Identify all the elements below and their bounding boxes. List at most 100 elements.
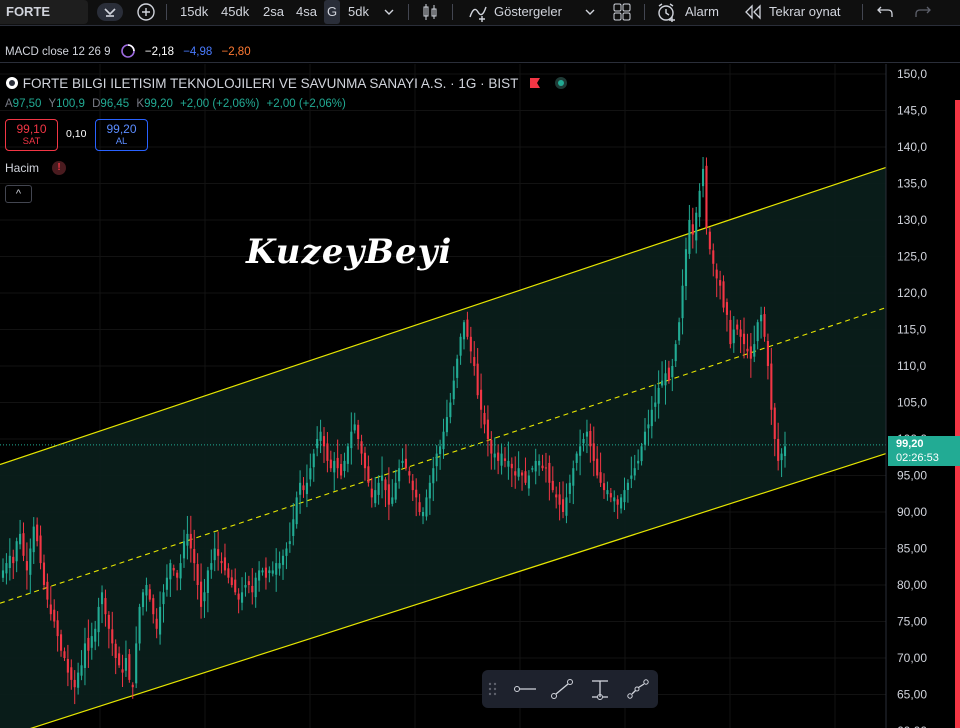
indicators-icon[interactable] <box>468 2 488 26</box>
candle-body <box>695 212 698 241</box>
redo-icon[interactable] <box>914 4 932 28</box>
candle-body <box>514 471 517 476</box>
macd-value-1: −2,18 <box>144 46 174 58</box>
candle-body <box>87 637 90 651</box>
candle-body <box>459 336 462 356</box>
symbol-logo-icon <box>5 76 19 90</box>
symbol-options-icon[interactable] <box>96 2 124 26</box>
candle-body <box>176 572 179 578</box>
candle-body <box>281 555 285 565</box>
candle-body <box>360 441 363 454</box>
candle-body <box>435 453 438 467</box>
candle-body <box>42 562 46 585</box>
interval-5dk[interactable]: 5dk <box>348 0 369 24</box>
price-axis-tick: 60,00 <box>897 724 927 728</box>
candle-body <box>100 592 104 605</box>
symbol-full-name: FORTE BILGI ILETISIM TEKNOLOJILERI VE SA… <box>22 76 519 91</box>
candle-body <box>247 581 250 585</box>
candle-body <box>589 430 592 447</box>
replay-icon[interactable] <box>743 4 763 28</box>
candle-body <box>319 431 322 441</box>
macd-settings-icon[interactable] <box>120 43 136 59</box>
interval-4sa[interactable]: 4sa <box>296 0 317 24</box>
candle-body <box>278 563 281 569</box>
layouts-icon[interactable] <box>612 2 632 26</box>
trend-line-icon[interactable] <box>550 678 574 700</box>
candle-body <box>56 620 59 637</box>
candle-body <box>206 570 209 593</box>
candle-body <box>531 468 534 470</box>
toolbar-separator <box>408 4 409 20</box>
candle-body <box>719 280 722 286</box>
candle-body <box>131 684 134 688</box>
buy-price: 99,20 <box>106 122 137 136</box>
indicators-button[interactable]: Göstergeler <box>494 0 562 24</box>
collapse-legend-button[interactable]: ^ <box>5 185 32 203</box>
interval-1g-active[interactable]: G <box>324 0 341 24</box>
alarm-clock-icon[interactable] <box>656 2 678 26</box>
price-axis-tick: 65,00 <box>897 688 927 702</box>
drag-handle-icon[interactable] <box>486 678 500 700</box>
candle-body <box>466 319 469 337</box>
candle-type-icon[interactable] <box>420 2 440 26</box>
sell-button[interactable]: 99,10 SAT <box>5 119 58 151</box>
price-axis-tick: 110,0 <box>897 359 926 373</box>
candle-body <box>408 471 411 476</box>
alarm-button[interactable]: Alarm <box>685 0 719 24</box>
candle-body <box>712 250 715 264</box>
candle-body <box>777 438 780 461</box>
candle-body <box>217 549 220 556</box>
candle-body <box>135 643 138 684</box>
candle-body <box>654 402 657 407</box>
candle-body <box>377 482 380 495</box>
price-range-icon[interactable] <box>588 678 612 700</box>
interval-15dk[interactable]: 15dk <box>180 0 208 24</box>
price-chart[interactable]: 150,0 145,0 140,0 135,0 130,0 125,0 120,0 115,0… <box>0 64 960 728</box>
candle-body <box>258 570 261 581</box>
candle-body <box>681 285 684 319</box>
symbol-search[interactable]: FORTE <box>0 0 88 24</box>
replay-button[interactable]: Tekrar oynat <box>769 0 841 24</box>
price-axis-tick: 80,00 <box>897 578 927 592</box>
candle-body <box>541 465 544 469</box>
candle-body <box>725 302 729 315</box>
candle-body <box>53 609 56 622</box>
candle-body <box>428 482 431 499</box>
candle-body <box>186 533 189 546</box>
close-value: 99,20 <box>144 98 173 110</box>
buy-label: AL <box>115 136 128 147</box>
candle-body <box>8 555 11 569</box>
candle-body <box>1 570 5 578</box>
candle-body <box>213 548 216 561</box>
candle-body <box>544 467 548 469</box>
candle-body <box>29 548 32 575</box>
volume-label[interactable]: Hacim <box>5 161 39 175</box>
candle-body <box>783 446 787 457</box>
candle-body <box>165 577 168 590</box>
candle-body <box>599 472 602 483</box>
undo-icon[interactable] <box>876 4 894 28</box>
candle-body <box>732 329 735 344</box>
buy-button[interactable]: 99,20 AL <box>95 119 148 151</box>
horizontal-ray-icon[interactable] <box>512 678 536 700</box>
candle-body <box>445 417 448 433</box>
candle-body <box>524 471 527 483</box>
volume-warning-icon[interactable]: ! <box>52 161 66 175</box>
candle-body <box>329 459 332 469</box>
candle-body <box>36 524 39 542</box>
candle-body <box>698 190 701 218</box>
toolbar-separator <box>452 4 453 20</box>
symbol-title: FORTE BILGI ILETISIM TEKNOLOJILERI VE SA… <box>5 76 568 91</box>
parallel-channel-icon[interactable] <box>626 678 650 700</box>
add-symbol-icon[interactable] <box>136 2 156 26</box>
candle-body <box>288 541 291 544</box>
candle-body <box>312 453 315 468</box>
candle-body <box>189 533 192 549</box>
interval-45dk[interactable]: 45dk <box>221 0 249 24</box>
flag-icon[interactable] <box>528 76 542 90</box>
candle-body <box>240 592 244 603</box>
candle-body <box>476 363 479 396</box>
open-key: A <box>5 98 13 110</box>
interval-2sa[interactable]: 2sa <box>263 0 284 24</box>
price-axis-tick: 95,00 <box>897 469 927 483</box>
